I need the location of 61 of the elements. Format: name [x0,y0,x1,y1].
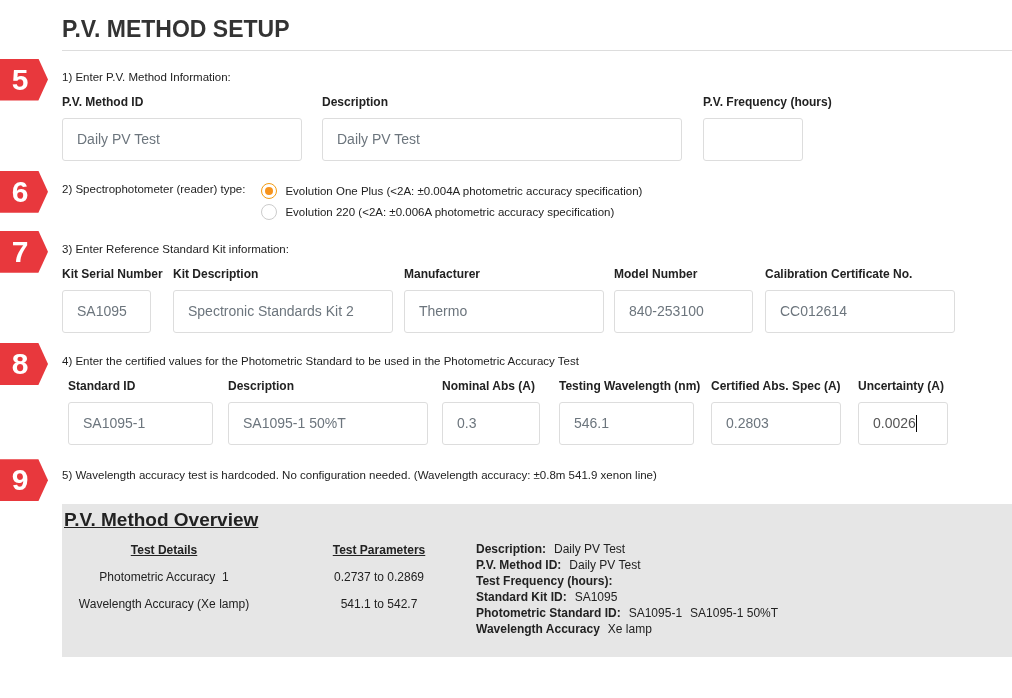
table-cell: 541.1 to 542.7 [340,596,418,611]
field-label: Manufacturer [404,266,480,284]
step-marker: 5 [0,58,48,101]
step-label: 3) Enter Reference Standard Kit information: [62,241,290,257]
page-title: P.V. METHOD SETUP [62,16,291,44]
summary-value: Xe lamp [607,620,652,637]
field-label: Kit Description [173,266,259,284]
field-label: Description [322,93,388,111]
summary-key: Photometric Standard ID: [476,604,621,621]
step-marker: 8 [0,343,48,386]
summary-key: P.V. Method ID: [476,556,562,573]
input-field[interactable]: CC012614 [765,290,955,334]
step-marker: 6 [0,170,48,213]
overview-title: P.V. Method Overview [64,508,259,533]
input-field[interactable]: 0.2803 [711,402,841,446]
summary-key: Wavelength Accuracy [476,620,600,637]
input-field[interactable]: Spectronic Standards Kit 2 [173,290,393,334]
step-label: 5) Wavelength accuracy test is hardcoded. No configuration needed. (Wavelength accuracy: ±0.8m 541.9 xenon line) [62,468,658,484]
field-label: Testing Wavelength (nm) [559,378,701,396]
option-label: Evolution One Plus (<2A: ±0.004A photometric accuracy specification) [285,183,643,199]
summary-key: Standard Kit ID: [476,588,567,605]
step-label: 1) Enter P.V. Method Information: [62,69,232,85]
summary-value: SA1095-1 50%T [690,604,779,621]
table-cell: Photometric Accuracy 1 [99,569,229,584]
input-field[interactable]: SA1095 [62,290,151,334]
summary-value: SA1095 [574,588,618,605]
summary-key: Description: [476,540,546,557]
field-label: Standard ID [68,378,136,396]
input-field[interactable]: Daily PV Test [62,117,302,161]
input-field[interactable]: 0.3 [442,402,540,446]
input-field[interactable]: 546.1 [559,402,694,446]
input-field[interactable] [703,117,803,161]
step-label: 2) Spectrophotometer (reader) type: [62,181,246,197]
field-label: P.V. Method ID [62,93,144,111]
text-cursor [915,415,918,433]
step-label: 4) Enter the certified values for the Photometric Standard to be used in the Photometric Accuracy Test [62,354,580,370]
input-field[interactable]: Daily PV Test [322,117,682,161]
input-field[interactable]: 840-253100 [614,290,753,334]
input-field[interactable]: 0.0026 [858,402,948,446]
option-label: Evolution 220 (<2A: ±0.006A photometric accuracy specification) [285,204,615,220]
input-field[interactable]: SA1095-1 [68,402,213,446]
field-label: Uncertainty (A) [858,378,944,396]
summary-value: Daily PV Test [569,556,641,573]
input-field[interactable]: Thermo [404,290,604,334]
summary-value: Daily PV Test [554,540,626,557]
table-cell: Wavelength Accuracy (Xe lamp) [78,596,250,611]
field-label: P.V. Frequency (hours) [703,93,832,111]
field-label: Nominal Abs (A) [442,378,535,396]
column-header: Test Details [130,542,198,557]
step-marker: 7 [0,230,48,273]
column-header: Test Parameters [332,542,426,557]
input-field[interactable]: SA1095-1 50%T [228,402,428,446]
field-label: Calibration Certificate No. [765,266,913,284]
table-cell: 0.2737 to 0.2869 [333,569,425,584]
summary-key: Test Frequency (hours): [476,572,613,589]
step-marker: 9 [0,459,48,502]
field-label: Certified Abs. Spec (A) [711,378,841,396]
field-label: Kit Serial Number [62,266,163,284]
field-label: Model Number [614,266,698,284]
field-label: Description [228,378,294,396]
summary-value: SA1095-1 [628,604,683,621]
